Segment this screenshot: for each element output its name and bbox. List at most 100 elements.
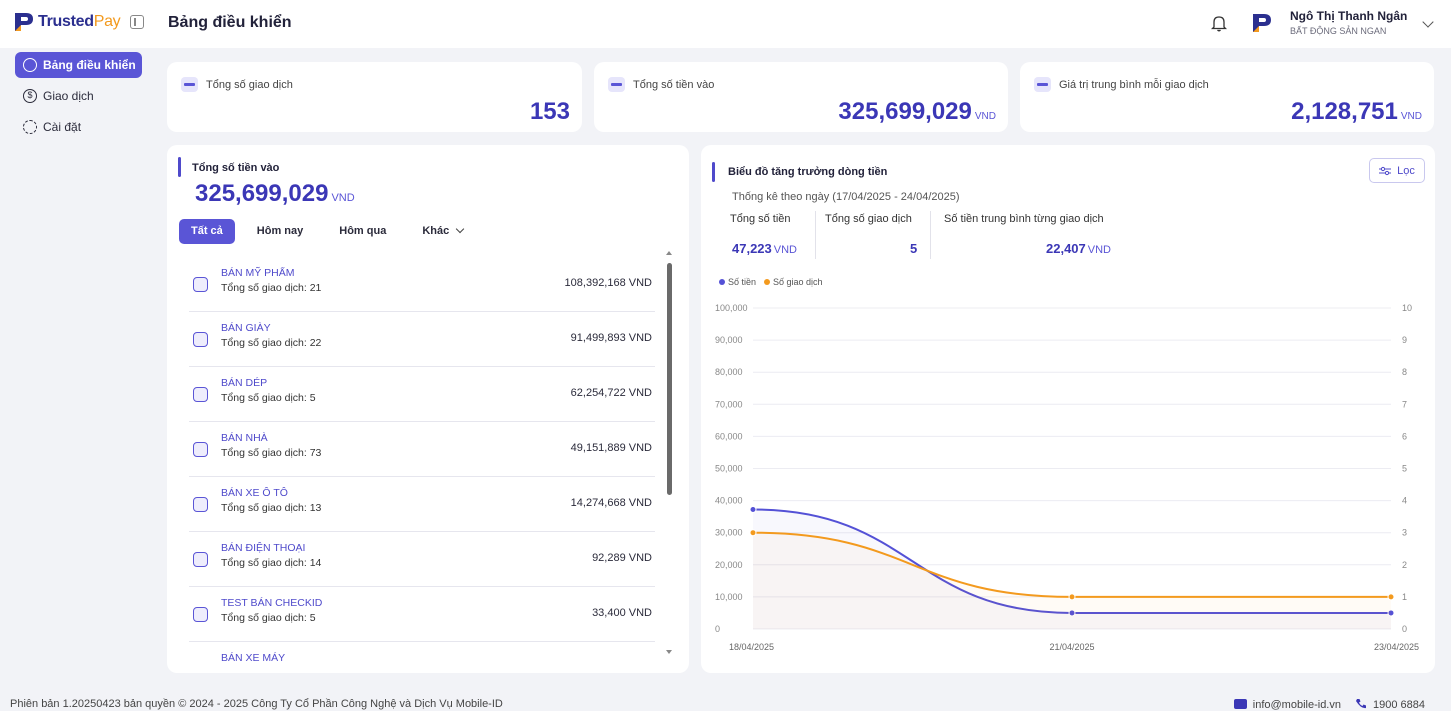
section-title: Biểu đồ tăng trưởng dòng tiền	[728, 166, 888, 178]
divider	[815, 211, 816, 259]
date-range-caption: Thống kê theo ngày (17/04/2025 - 24/04/2…	[732, 191, 960, 203]
tab-other[interactable]: Khác	[410, 219, 475, 244]
stat-label: Tổng số giao dịch	[181, 77, 293, 92]
list-item[interactable]: BÁN MỸ PHẨM Tổng số giao dịch: 21 108,392,…	[189, 257, 655, 312]
y-left-tick-label: 10,000	[715, 592, 743, 602]
legend-item[interactable]: Số tiền	[719, 277, 756, 287]
chevron-down-icon[interactable]	[1422, 16, 1434, 28]
filter-sliders-icon	[1379, 166, 1392, 175]
footer-email[interactable]: info@mobile-id.vn	[1233, 698, 1341, 711]
kpi-label: Tổng số tiền	[730, 213, 791, 225]
avatar[interactable]	[1252, 12, 1272, 34]
transaction-icon: $	[23, 89, 37, 103]
y-left-tick-label: 100,000	[715, 303, 748, 313]
legend-dot	[764, 279, 771, 285]
store-icon	[193, 331, 208, 347]
sidebar-item-dashboard[interactable]: Bảng điều khiển	[15, 52, 142, 78]
kpi-value: 22,407 VND	[1046, 241, 1111, 256]
filter-button[interactable]: Lọc	[1369, 158, 1425, 183]
sidebar-item-label: Cài đặt	[43, 120, 82, 134]
store-icon	[193, 276, 208, 292]
user-org: BẤT ĐỘNG SẢN NGAN	[1290, 26, 1387, 36]
y-left-tick-label: 0	[715, 624, 720, 634]
y-right-tick-label: 8	[1402, 367, 1407, 377]
store-icon	[193, 441, 208, 457]
income-amount: 325,699,029 VND	[195, 180, 355, 207]
user-name[interactable]: Ngô Thị Thanh Ngân	[1290, 9, 1407, 23]
divider	[930, 211, 931, 259]
legend-item[interactable]: Số giao dịch	[764, 277, 823, 287]
footer-phone[interactable]: 1900 6884	[1355, 698, 1425, 711]
mail-icon	[1233, 698, 1247, 709]
stat-label: Tổng số tiền vào	[608, 77, 714, 92]
stat-card-total-income: Tổng số tiền vào 325,699,029 VND	[594, 62, 1008, 132]
list-item[interactable]: BÁN ĐIỆN THOẠI Tổng số giao dịch: 14 92,28…	[189, 532, 655, 587]
y-right-tick-label: 2	[1402, 560, 1407, 570]
store-icon	[193, 386, 208, 402]
tab-today[interactable]: Hôm nay	[245, 219, 315, 244]
stat-card-average-transaction: Giá trị trung bình mỗi giao dịch 2,128,7…	[1020, 62, 1434, 132]
store-icon	[193, 661, 208, 662]
data-point	[1068, 593, 1076, 601]
period-tabs: Tất cả Hôm nay Hôm qua Khác	[179, 219, 487, 244]
y-left-tick-label: 70,000	[715, 399, 743, 409]
data-point	[1387, 593, 1395, 601]
layers-icon	[1034, 77, 1051, 92]
stat-label: Giá trị trung bình mỗi giao dịch	[1034, 77, 1209, 92]
store-icon	[193, 606, 208, 622]
x-tick-label: 23/04/2025	[1374, 642, 1419, 652]
y-left-tick-label: 20,000	[715, 560, 743, 570]
phone-icon	[1356, 699, 1366, 709]
income-list: BÁN MỸ PHẨM Tổng số giao dịch: 21 108,392,…	[189, 257, 655, 662]
y-right-tick-label: 7	[1402, 399, 1407, 409]
sidebar-item-settings[interactable]: Cài đặt	[15, 114, 142, 140]
y-right-tick-label: 5	[1402, 464, 1407, 474]
scrollbar-thumb[interactable]	[667, 263, 672, 495]
y-right-tick-label: 0	[1402, 624, 1407, 634]
tab-yesterday[interactable]: Hôm qua	[327, 219, 398, 244]
tab-all[interactable]: Tất cả	[179, 219, 235, 244]
list-item[interactable]: BÁN GIÀY Tổng số giao dịch: 22 91,499,893 …	[189, 312, 655, 367]
list-item[interactable]: BÁN XE Ô TÔ Tổng số giao dịch: 13 14,274,6…	[189, 477, 655, 532]
top-bar: TrustedPay Bảng điều khiển Ngô Thị Thanh…	[0, 0, 1451, 48]
trustedpay-logo-icon	[15, 13, 33, 31]
sidebar-item-label: Giao dịch	[43, 89, 94, 103]
section-accent	[178, 157, 181, 177]
income-panel: Tổng số tiền vào 325,699,029 VND Tất cả H…	[167, 145, 689, 673]
kpi-value: 5	[910, 241, 918, 256]
data-point	[749, 529, 757, 537]
scroll-down-arrow-icon[interactable]	[666, 650, 672, 654]
stat-card-total-transactions: Tổng số giao dịch 153	[167, 62, 582, 132]
app-logo[interactable]: TrustedPay	[14, 11, 145, 33]
kpi-label: Tổng số giao dịch	[825, 213, 912, 225]
logo-text: TrustedPay	[38, 13, 121, 30]
list-item[interactable]: BÁN NHÀ Tổng số giao dịch: 73 49,151,889 V…	[189, 422, 655, 477]
y-left-tick-label: 80,000	[715, 367, 743, 377]
list-item[interactable]: TEST BÁN CHECKID Tổng số giao dịch: 5 33,4…	[189, 587, 655, 642]
y-left-tick-label: 50,000	[715, 464, 743, 474]
data-point	[749, 506, 757, 514]
card-icon	[181, 77, 198, 92]
sidebar-item-transactions[interactable]: $ Giao dịch	[15, 83, 142, 109]
list-item[interactable]: BÁN DÉP Tổng số giao dịch: 5 62,254,722 VN…	[189, 367, 655, 422]
stat-value: 153	[529, 98, 570, 125]
list-item[interactable]: BÁN XE MÁY	[189, 642, 655, 662]
stat-value: 325,699,029 VND	[838, 98, 996, 125]
y-left-tick-label: 60,000	[715, 431, 743, 441]
y-left-tick-label: 90,000	[715, 335, 743, 345]
y-right-tick-label: 9	[1402, 335, 1407, 345]
chart-legend: Số tiền Số giao dịch	[719, 277, 823, 287]
growth-panel: Biểu đồ tăng trưởng dòng tiền Lọc Thống …	[701, 145, 1435, 673]
collapse-sidebar-icon[interactable]	[130, 15, 145, 29]
bell-icon[interactable]	[1211, 14, 1227, 32]
stat-value: 2,128,751 VND	[1291, 98, 1422, 125]
y-left-tick-label: 40,000	[715, 496, 743, 506]
footer-contacts: info@mobile-id.vn 1900 6884	[1233, 698, 1425, 711]
x-tick-label: 21/04/2025	[1049, 642, 1094, 652]
scroll-up-arrow-icon[interactable]	[666, 251, 672, 255]
series-area	[753, 532, 1391, 629]
x-tick-label: 18/04/2025	[729, 642, 774, 652]
y-right-tick-label: 6	[1402, 431, 1407, 441]
cashflow-line-chart: 100,000 1090,000 980,000 870,000 760,000 650,…	[715, 303, 1419, 652]
lightning-icon	[608, 77, 625, 92]
